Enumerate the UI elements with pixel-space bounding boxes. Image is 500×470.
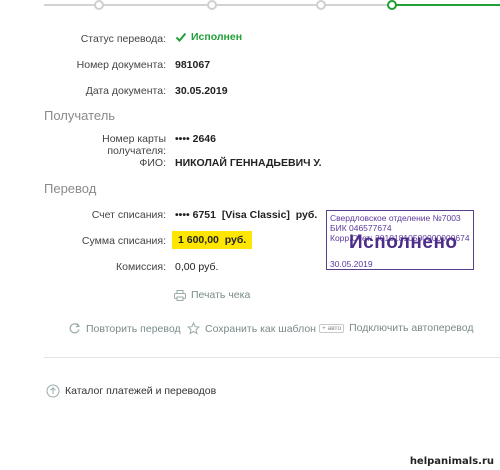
account-value: •••• 6751 [Visa Classic] руб. <box>175 209 318 221</box>
autotransfer-link[interactable]: + авто Подключить автоперевод <box>319 322 473 334</box>
card-number-value: •••• 2646 <box>175 133 216 145</box>
card-number-label: Номер карты получателя: <box>102 133 166 157</box>
auto-badge-text: авто <box>327 324 342 332</box>
star-icon <box>187 322 200 335</box>
commission-value: 0,00 руб. <box>175 261 219 273</box>
amount-label: Сумма списания: <box>81 235 166 247</box>
progress-step <box>316 0 326 10</box>
amount-value: 1 600,00 руб. <box>172 231 253 249</box>
site-watermark: helpanimals.ru <box>409 456 494 467</box>
progress-step-current <box>387 0 397 10</box>
account-label: Счет списания: <box>91 209 166 221</box>
divider <box>44 357 500 358</box>
status-value: Исполнен <box>175 31 242 43</box>
auto-badge: + авто <box>319 323 345 333</box>
progress-track-done <box>392 4 500 6</box>
bank-stamp: Свердловское отделение №7003 БИК 0465776… <box>326 210 474 270</box>
print-receipt-link[interactable]: Печать чека <box>174 289 250 301</box>
doc-date-value: 30.05.2019 <box>175 85 228 97</box>
stamp-executed: Исполнено <box>349 232 458 253</box>
doc-date-label: Дата документа: <box>85 85 166 97</box>
autotransfer-label: Подключить автоперевод <box>349 322 474 334</box>
printer-icon <box>174 289 186 301</box>
save-template-label: Сохранить как шаблон <box>205 322 316 335</box>
status-text: Исполнен <box>191 31 243 43</box>
stamp-line-branch: Свердловское отделение №7003 <box>330 213 461 223</box>
name-value: НИКОЛАЙ ГЕННАДЬЕВИЧ У. <box>175 157 322 169</box>
arrow-up-circle-icon <box>46 384 60 398</box>
name-label: ФИО: <box>139 157 166 169</box>
catalog-link[interactable]: Каталог платежей и переводов <box>46 384 216 398</box>
catalog-label: Каталог платежей и переводов <box>65 385 217 397</box>
progress-steps <box>44 0 500 10</box>
save-template-link[interactable]: Сохранить как шаблон <box>187 322 316 335</box>
repeat-icon <box>69 323 81 334</box>
status-label: Статус перевода: <box>80 33 166 45</box>
progress-step <box>94 0 104 10</box>
checkmark-icon <box>175 32 187 42</box>
doc-number-label: Номер документа: <box>76 59 166 71</box>
recipient-section-title: Получатель <box>44 108 116 123</box>
print-receipt-label: Печать чека <box>191 289 251 301</box>
stamp-date: 30.05.2019 <box>330 259 373 269</box>
repeat-transfer-link[interactable]: Повторить перевод <box>68 322 181 335</box>
progress-step <box>207 0 217 10</box>
transfer-section-title: Перевод <box>44 181 97 196</box>
doc-number-value: 981067 <box>175 59 211 71</box>
repeat-transfer-label: Повторить перевод <box>86 322 181 335</box>
commission-label: Комиссия: <box>115 261 166 273</box>
